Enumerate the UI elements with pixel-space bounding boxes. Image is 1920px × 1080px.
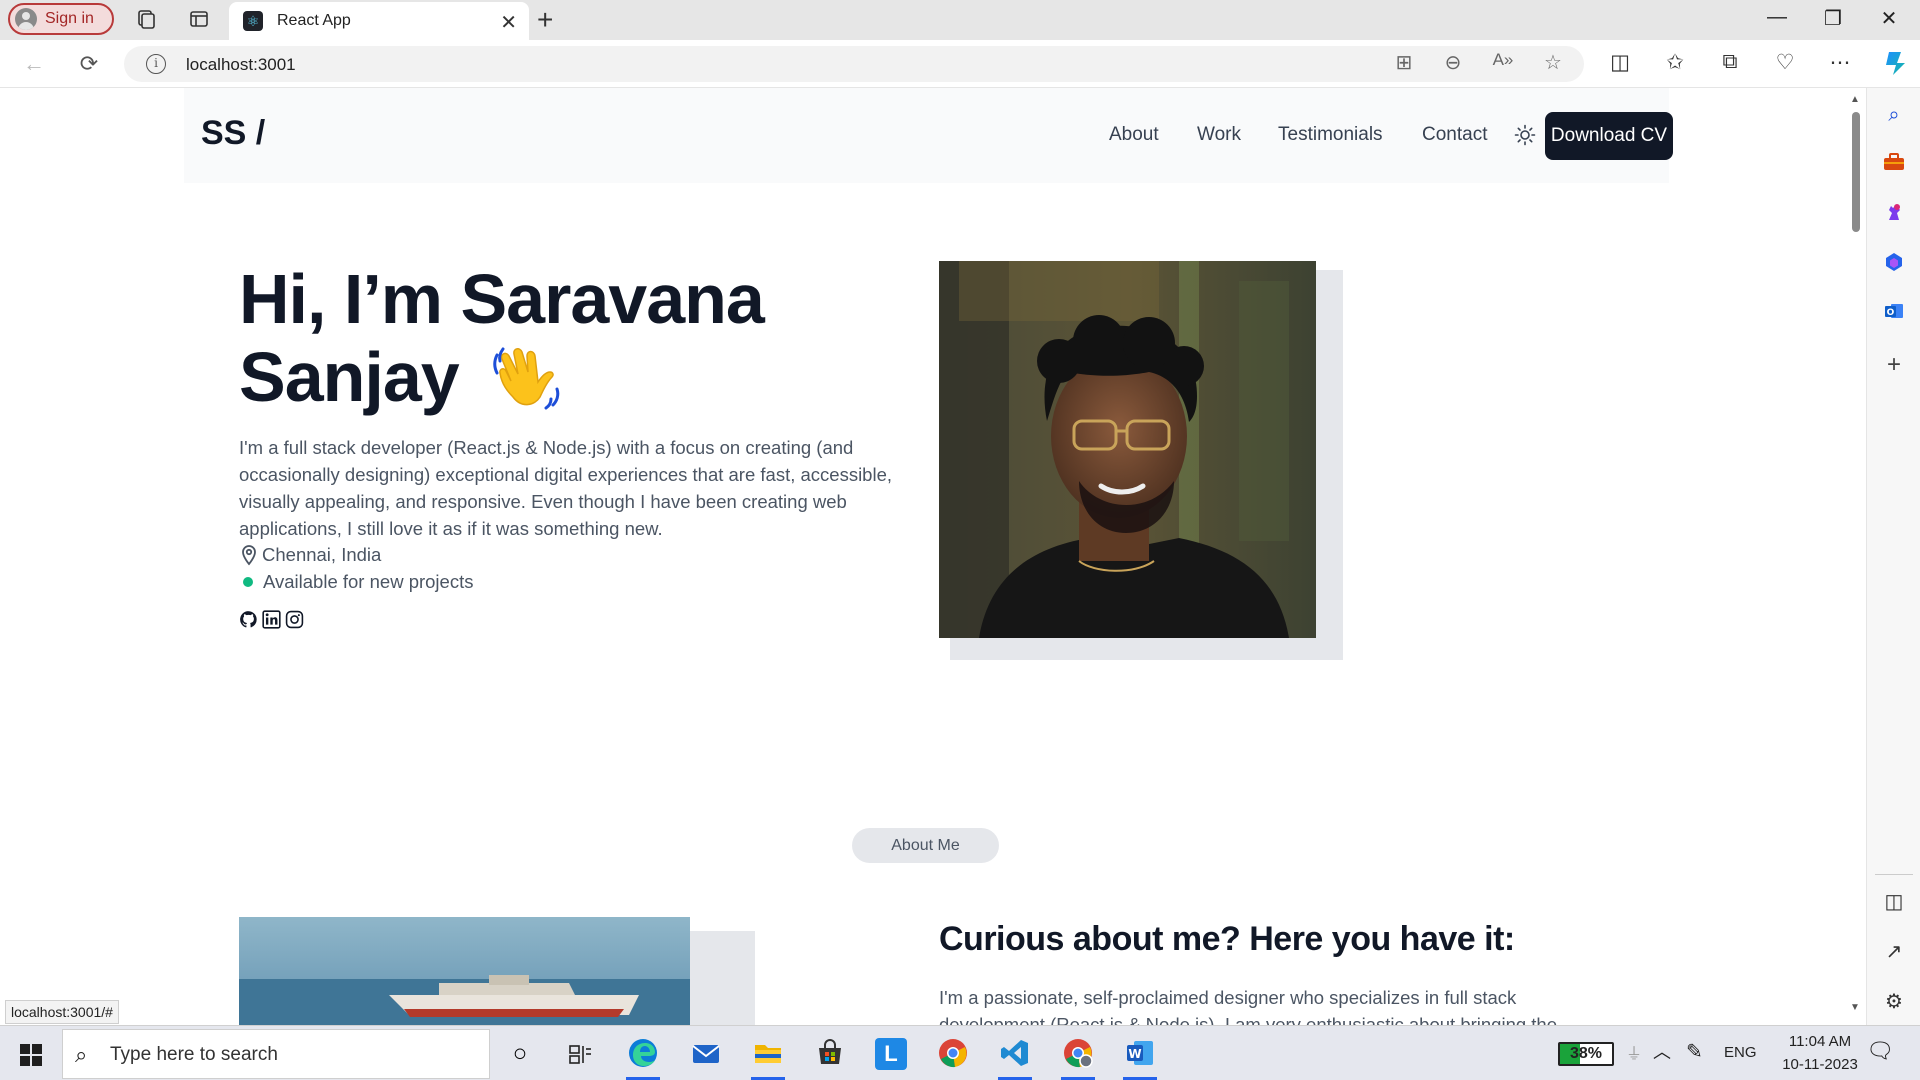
availability-row: Available for new projects <box>239 571 473 593</box>
chrome-taskbar-icon[interactable] <box>936 1037 970 1071</box>
store-taskbar-icon[interactable] <box>813 1037 847 1071</box>
nav-link-testimonials[interactable]: Testimonials <box>1278 124 1383 146</box>
clock-time[interactable]: 11:04 AM <box>1775 1033 1865 1050</box>
show-hidden-icons-chevron-icon[interactable]: ︿ <box>1653 1038 1671 1064</box>
windows-taskbar: ⌕ Type here to search ○ L W 38% ⏚ ︿ ✎ EN… <box>0 1025 1920 1080</box>
edge-taskbar-icon[interactable] <box>626 1037 660 1080</box>
chrome-profile-taskbar-icon[interactable] <box>1061 1037 1095 1080</box>
availability-dot-icon <box>243 577 253 587</box>
file-explorer-taskbar-icon[interactable] <box>751 1037 785 1080</box>
taskbar-search-input[interactable]: ⌕ Type here to search <box>62 1029 490 1079</box>
status-bar-link: localhost:3001/# <box>5 1000 119 1024</box>
nav-link-contact[interactable]: Contact <box>1422 124 1487 146</box>
download-cv-button[interactable]: Download CV <box>1545 112 1673 160</box>
browser-title-bar: Sign in ⚛ React App ✕ + — ❐ ✕ <box>0 0 1920 40</box>
webpage-viewport: SS / About Work Testimonials Contact Dow… <box>5 88 1846 1025</box>
browser-essentials-icon[interactable]: ♡ <box>1771 50 1799 75</box>
collections-icon[interactable]: ⧉ <box>1716 50 1744 74</box>
hero-heading: Hi, I’m Saravana Sanjay <box>239 260 939 416</box>
word-taskbar-icon[interactable]: W <box>1123 1037 1157 1080</box>
notifications-icon[interactable]: 🗨 <box>1866 1038 1894 1064</box>
sign-in-label: Sign in <box>45 10 94 27</box>
close-window-icon[interactable]: ✕ <box>1874 6 1904 31</box>
nav-link-work[interactable]: Work <box>1197 124 1241 146</box>
github-icon[interactable] <box>239 610 258 629</box>
about-me-badge: About Me <box>852 828 999 863</box>
vscode-taskbar-icon[interactable] <box>998 1037 1032 1080</box>
external-link-icon[interactable]: ↗ <box>1881 939 1907 965</box>
profile-icon <box>15 8 37 30</box>
split-screen-icon[interactable]: ◫ <box>1606 50 1634 75</box>
search-placeholder: Type here to search <box>110 1044 278 1065</box>
svg-text:W: W <box>1128 1047 1141 1061</box>
sign-in-button[interactable]: Sign in <box>8 3 114 35</box>
sidebar-divider <box>1875 874 1913 875</box>
about-paragraph: I'm a passionate, self-proclaimed design… <box>939 987 1558 1025</box>
availability-text: Available for new projects <box>263 571 474 592</box>
instagram-icon[interactable] <box>285 610 304 629</box>
read-aloud-icon[interactable]: A» <box>1491 50 1515 70</box>
battery-indicator[interactable]: 38% <box>1558 1042 1614 1066</box>
hero-description: I'm a full stack developer (React.js & N… <box>239 437 893 539</box>
favorite-star-icon[interactable]: ☆ <box>1541 50 1565 75</box>
edge-sidebar: ⌕ O + ◫ ↗ ⚙ <box>1866 88 1920 1025</box>
tab-actions-icon[interactable] <box>187 8 211 32</box>
pen-icon[interactable]: ✎ <box>1686 1039 1703 1064</box>
windows-start-icon[interactable] <box>20 1044 42 1066</box>
add-sidebar-app-icon[interactable]: + <box>1881 352 1907 378</box>
waving-hand-icon <box>491 339 565 413</box>
site-info-icon[interactable]: i <box>146 54 166 74</box>
refresh-icon[interactable]: ⟳ <box>75 50 103 78</box>
copilot-icon[interactable] <box>1880 48 1910 78</box>
nav-link-about[interactable]: About <box>1109 124 1159 146</box>
linkedin-icon[interactable] <box>262 610 281 629</box>
location-pin-icon <box>239 544 261 566</box>
social-links <box>239 610 304 629</box>
hide-sidebar-icon[interactable]: ◫ <box>1881 889 1907 915</box>
hero-heading-line2: Sanjay <box>239 338 460 416</box>
settings-gear-icon[interactable]: ⚙ <box>1881 989 1907 1015</box>
back-icon[interactable]: ← <box>20 50 48 78</box>
clock-date[interactable]: 10-11-2023 <box>1770 1056 1870 1073</box>
site-logo[interactable]: SS / <box>201 114 265 153</box>
language-indicator[interactable]: ENG <box>1724 1044 1757 1061</box>
mail-taskbar-icon[interactable] <box>689 1037 723 1071</box>
location-row: Chennai, India <box>239 544 381 566</box>
cortana-icon[interactable]: ○ <box>503 1037 537 1071</box>
more-options-icon[interactable]: ⋯ <box>1826 50 1854 75</box>
about-heading: Curious about me? Here you have it: <box>939 920 1515 958</box>
url-bar[interactable]: i localhost:3001 <box>124 46 1584 82</box>
location-text: Chennai, India <box>262 544 382 565</box>
tab-title: React App <box>277 12 351 29</box>
tools-icon[interactable] <box>1881 152 1907 178</box>
charging-plug-icon: ⏚ <box>1626 1046 1643 1063</box>
sidebar-search-icon[interactable]: ⌕ <box>1881 102 1907 128</box>
react-favicon-icon: ⚛ <box>243 11 263 31</box>
restore-icon[interactable]: ❐ <box>1818 6 1848 31</box>
site-header: SS / About Work Testimonials Contact Dow… <box>184 88 1673 183</box>
games-icon[interactable] <box>1881 201 1907 227</box>
launcher-l-taskbar-icon[interactable]: L <box>875 1038 907 1070</box>
workspaces-icon[interactable] <box>134 8 158 32</box>
new-tab-button[interactable]: + <box>537 4 553 36</box>
zoom-icon[interactable]: ⊖ <box>1441 50 1465 75</box>
scrollbar-thumb[interactable] <box>1852 112 1860 232</box>
theme-toggle-sun-icon[interactable] <box>1514 124 1536 146</box>
favorites-icon[interactable]: ✩ <box>1661 50 1689 75</box>
tab-react-app[interactable]: ⚛ React App ✕ <box>229 2 529 40</box>
about-image <box>239 917 690 1025</box>
task-view-icon[interactable] <box>563 1037 597 1071</box>
profile-photo <box>939 261 1316 638</box>
minimize-icon[interactable]: — <box>1762 6 1792 29</box>
app-available-icon[interactable]: ⊞ <box>1392 50 1416 75</box>
hero-heading-line1: Hi, I’m Saravana <box>239 260 765 338</box>
search-icon: ⌕ <box>75 1042 88 1067</box>
outlook-icon[interactable]: O <box>1881 300 1907 326</box>
microsoft-365-icon[interactable] <box>1881 251 1907 277</box>
svg-text:O: O <box>1887 308 1895 318</box>
close-tab-icon[interactable]: ✕ <box>500 10 517 35</box>
url-text[interactable]: localhost:3001 <box>186 55 296 75</box>
